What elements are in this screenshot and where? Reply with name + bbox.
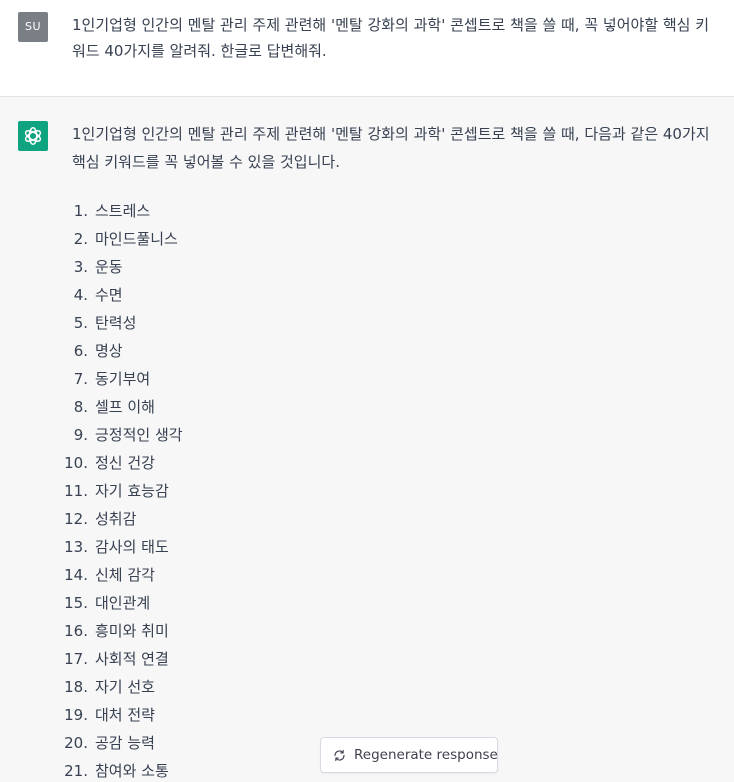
assistant-intro-text: 1인기업형 인간의 멘탈 관리 주제 관련해 '멘탈 강화의 과학' 콘셉트로 … — [72, 125, 710, 171]
list-item-number: 12. — [64, 510, 88, 528]
list-item-number: 15. — [64, 594, 88, 612]
list-item: 1. 스트레스 — [56, 197, 183, 225]
list-item-number: 20. — [64, 734, 88, 752]
list-item-text: 참여와 소통 — [95, 762, 169, 780]
list-item: 7. 동기부여 — [56, 365, 183, 393]
list-item-text: 대처 전략 — [95, 706, 155, 724]
list-item: 13. 감사의 태도 — [56, 533, 183, 561]
list-item-text: 흥미와 취미 — [95, 622, 169, 640]
list-item-text: 스트레스 — [95, 202, 151, 220]
regenerate-response-button[interactable]: Regenerate response — [320, 737, 498, 773]
list-item-number: 21. — [64, 762, 88, 780]
list-item: 4. 수면 — [56, 281, 183, 309]
list-item-number: 17. — [64, 650, 88, 668]
list-item-number: 7. — [73, 370, 88, 388]
list-item: 15. 대인관계 — [56, 589, 183, 617]
list-item: 9. 긍정적인 생각 — [56, 421, 183, 449]
list-item-text: 성취감 — [95, 510, 137, 528]
list-item: 8. 셀프 이해 — [56, 393, 183, 421]
list-item-text: 공감 능력 — [95, 734, 155, 752]
list-item-number: 8. — [73, 398, 88, 416]
list-item-text: 감사의 태도 — [95, 538, 169, 556]
list-item-number: 9. — [73, 426, 88, 444]
openai-logo-icon — [24, 127, 42, 145]
list-item: 19. 대처 전략 — [56, 701, 183, 729]
list-item-number: 1. — [73, 202, 88, 220]
list-item-text: 셀프 이해 — [95, 398, 155, 416]
list-item-text: 대인관계 — [95, 594, 151, 612]
list-item: 12. 성취감 — [56, 505, 183, 533]
list-item-number: 10. — [64, 454, 88, 472]
list-item-text: 자기 효능감 — [95, 482, 169, 500]
list-item-number: 5. — [73, 314, 88, 332]
list-item-text: 운동 — [95, 258, 123, 276]
user-message-text: 1인기업형 인간의 멘탈 관리 주제 관련해 '멘탈 강화의 과학' 콘셉트로 … — [72, 16, 710, 60]
list-item-number: 18. — [64, 678, 88, 696]
list-item-text: 마인드풀니스 — [95, 230, 178, 248]
list-item-number: 6. — [73, 342, 88, 360]
list-item: 21. 참여와 소통 — [56, 757, 183, 782]
list-item-text: 명상 — [95, 342, 123, 360]
list-item-number: 19. — [64, 706, 88, 724]
keyword-list: 1. 스트레스 2. 마인드풀니스 3. 운동 4. 수면 5. 탄력성 6. 명상 7. 동기부여 8. 셀… — [56, 197, 183, 782]
list-item-text: 동기부여 — [95, 370, 151, 388]
list-item-text: 자기 선호 — [95, 678, 155, 696]
list-item: 3. 운동 — [56, 253, 183, 281]
list-item: 11. 자기 효능감 — [56, 477, 183, 505]
user-avatar: SU — [18, 12, 48, 42]
list-item: 20. 공감 능력 — [56, 729, 183, 757]
list-item-number: 2. — [73, 230, 88, 248]
user-message: SU 1인기업형 인간의 멘탈 관리 주제 관련해 '멘탈 강화의 과학' 콘셉… — [0, 0, 734, 97]
assistant-message: 1인기업형 인간의 멘탈 관리 주제 관련해 '멘탈 강화의 과학' 콘셉트로 … — [0, 97, 734, 782]
list-item-number: 14. — [64, 566, 88, 584]
chat-page: SU 1인기업형 인간의 멘탈 관리 주제 관련해 '멘탈 강화의 과학' 콘셉… — [0, 0, 734, 782]
list-item-text: 신체 감각 — [95, 566, 155, 584]
list-item: 10. 정신 건강 — [56, 449, 183, 477]
list-item: 2. 마인드풀니스 — [56, 225, 183, 253]
list-item: 5. 탄력성 — [56, 309, 183, 337]
list-item: 14. 신체 감각 — [56, 561, 183, 589]
list-item-number: 4. — [73, 286, 88, 304]
list-item-text: 긍정적인 생각 — [95, 426, 183, 444]
list-item-text: 탄력성 — [95, 314, 137, 332]
list-item-text: 정신 건강 — [95, 454, 155, 472]
list-item: 18. 자기 선호 — [56, 673, 183, 701]
regenerate-label: Regenerate response — [354, 747, 498, 763]
list-item-number: 16. — [64, 622, 88, 640]
list-item-text: 수면 — [95, 286, 123, 304]
list-item: 17. 사회적 연결 — [56, 645, 183, 673]
list-item: 16. 흥미와 취미 — [56, 617, 183, 645]
list-item-number: 3. — [73, 258, 88, 276]
assistant-avatar — [18, 121, 48, 151]
list-item-number: 11. — [64, 482, 88, 500]
list-item-number: 13. — [64, 538, 88, 556]
list-item: 6. 명상 — [56, 337, 183, 365]
list-item-text: 사회적 연결 — [95, 650, 169, 668]
refresh-icon — [334, 749, 345, 762]
